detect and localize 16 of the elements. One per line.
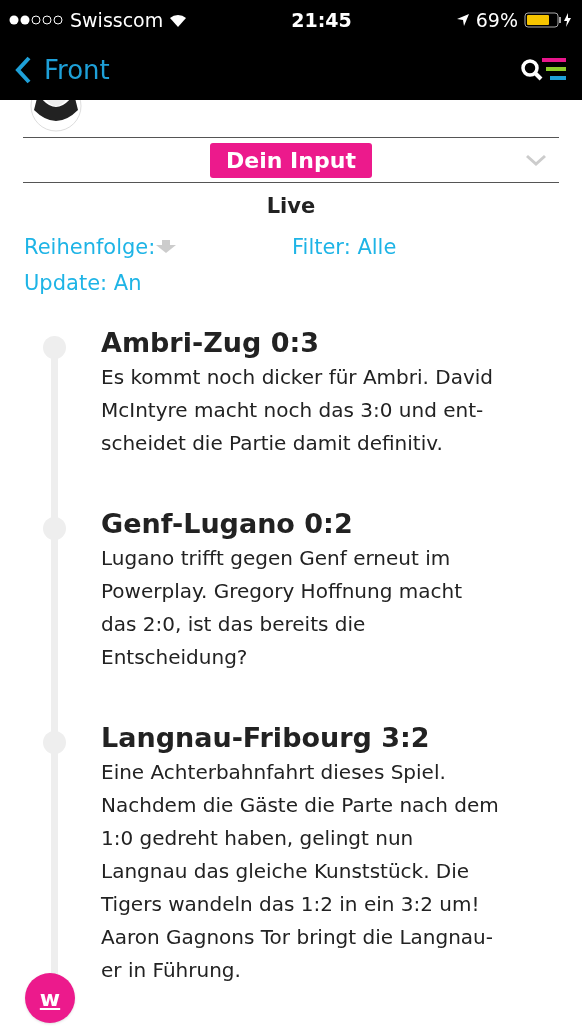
entry-title: Ambri-Zug 0:3 bbox=[101, 325, 321, 360]
battery-percent: 69% bbox=[475, 7, 518, 33]
input-button[interactable]: Dein Input bbox=[210, 142, 372, 178]
filter-link[interactable]: Update: An bbox=[24, 264, 142, 301]
entry-text: Es kommt noch dicker für Ambri. David McIntyre macht noch das 3:0 und ent- scheidet die Partie damit definitiv. bbox=[101, 363, 495, 457]
entry-title: Genf-Lugano 0:2 bbox=[101, 506, 354, 541]
entry-text: Eine Achterbahnfahrt dieses Spiel. Nachdem die Gäste die Parte nach dem 1:0 gedreht haben, gelingt nun Langnau das gleiche Kunststück. Die Tigers wandeln das 1:2 in ein 3:2 um! Aaron Gagnons Tor bringt die Langnau- er in Führung. bbox=[101, 758, 500, 984]
back-button[interactable]: Front bbox=[14, 50, 110, 90]
sort-button[interactable]: Reihenfolge: bbox=[24, 228, 178, 265]
app-logo-button[interactable]: w bbox=[25, 973, 75, 1023]
clock: 21:45 bbox=[291, 7, 352, 33]
entry-title: Langnau-Fribourg 3:2 bbox=[101, 720, 431, 755]
entry-text: Lugano trifft gegen Genf erneut im Powerplay. Gregory Hoffnung macht das 2:0, ist das bereits die Entscheidung? bbox=[101, 544, 463, 671]
section-title: Live bbox=[266, 194, 316, 218]
carrier-name: Swisscom bbox=[70, 7, 164, 33]
filter-link[interactable]: Filter: Alle bbox=[292, 228, 397, 265]
